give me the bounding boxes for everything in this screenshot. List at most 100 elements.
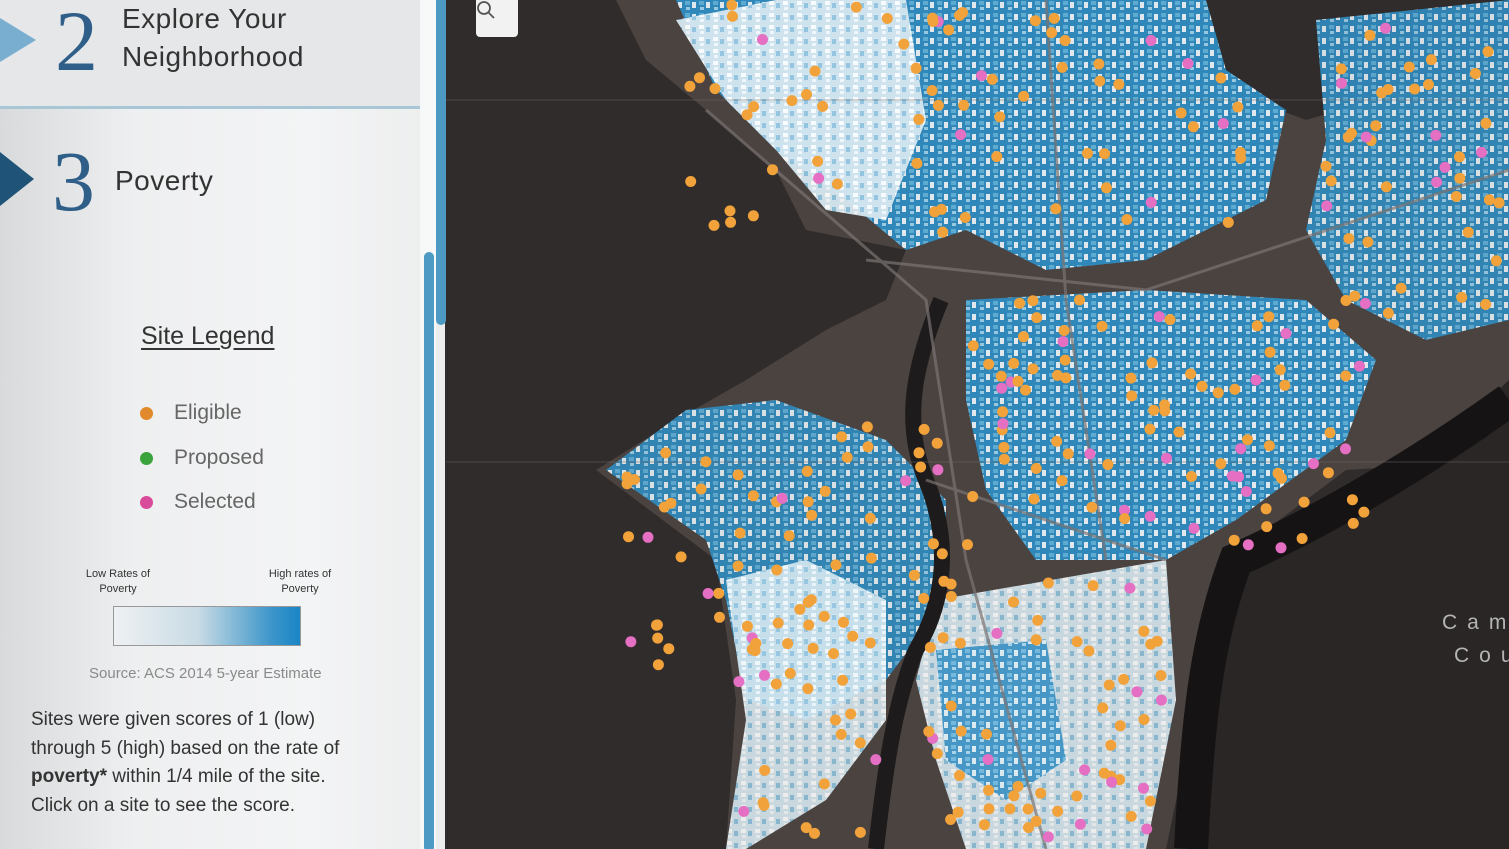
eligible-site-marker[interactable] <box>1102 459 1114 470</box>
eligible-site-marker[interactable] <box>1335 63 1347 75</box>
eligible-site-marker[interactable] <box>1229 383 1241 395</box>
eligible-site-marker[interactable] <box>1048 12 1060 24</box>
eligible-site-marker[interactable] <box>1099 148 1110 160</box>
eligible-site-marker[interactable] <box>747 210 759 222</box>
selected-site-marker[interactable] <box>642 531 654 543</box>
eligible-site-marker[interactable] <box>1018 90 1030 102</box>
eligible-site-marker[interactable] <box>803 619 815 631</box>
eligible-site-marker[interactable] <box>800 822 812 834</box>
eligible-site-marker[interactable] <box>830 559 842 571</box>
eligible-site-marker[interactable] <box>1012 375 1024 387</box>
eligible-site-marker[interactable] <box>1493 197 1505 209</box>
selected-site-marker[interactable] <box>1250 374 1262 386</box>
eligible-site-marker[interactable] <box>837 674 849 686</box>
step-3-title[interactable]: Poverty <box>115 162 213 200</box>
eligible-site-marker[interactable] <box>838 616 849 628</box>
eligible-site-marker[interactable] <box>809 65 821 77</box>
eligible-site-marker[interactable] <box>924 641 936 653</box>
eligible-site-marker[interactable] <box>1098 767 1110 779</box>
selected-site-marker[interactable] <box>1308 458 1319 470</box>
selected-site-marker[interactable] <box>996 382 1008 394</box>
eligible-site-marker[interactable] <box>1480 298 1492 310</box>
eligible-site-marker[interactable] <box>713 587 725 599</box>
selected-site-marker[interactable] <box>1380 22 1391 34</box>
eligible-site-marker[interactable] <box>962 539 973 551</box>
eligible-site-marker[interactable] <box>1175 107 1187 119</box>
eligible-site-marker[interactable] <box>959 212 971 223</box>
eligible-site-marker[interactable] <box>1035 787 1047 799</box>
eligible-site-marker[interactable] <box>1059 35 1071 46</box>
eligible-site-marker[interactable] <box>1125 810 1137 822</box>
eligible-site-marker[interactable] <box>1403 61 1415 73</box>
eligible-site-marker[interactable] <box>1347 517 1359 529</box>
eligible-site-marker[interactable] <box>1173 426 1185 438</box>
eligible-site-marker[interactable] <box>967 340 979 352</box>
eligible-site-marker[interactable] <box>665 497 677 509</box>
eligible-site-marker[interactable] <box>1008 596 1019 608</box>
selected-site-marker[interactable] <box>1138 782 1149 794</box>
eligible-site-marker[interactable] <box>1020 384 1031 396</box>
eligible-site-marker[interactable] <box>1145 638 1157 650</box>
selected-site-marker[interactable] <box>991 627 1003 639</box>
eligible-site-marker[interactable] <box>1328 318 1340 330</box>
eligible-site-marker[interactable] <box>1187 121 1199 133</box>
eligible-site-marker[interactable] <box>786 95 798 107</box>
eligible-site-marker[interactable] <box>861 421 873 433</box>
eligible-site-marker[interactable] <box>1082 147 1093 159</box>
eligible-site-marker[interactable] <box>1146 357 1158 369</box>
eligible-site-marker[interactable] <box>1186 471 1197 482</box>
eligible-site-marker[interactable] <box>714 611 725 623</box>
eligible-site-marker[interactable] <box>1071 790 1083 802</box>
selected-site-marker[interactable] <box>1354 360 1365 372</box>
eligible-site-marker[interactable] <box>1212 387 1224 399</box>
eligible-site-marker[interactable] <box>767 164 778 176</box>
eligible-site-marker[interactable] <box>759 764 771 776</box>
eligible-site-marker[interactable] <box>770 678 782 690</box>
eligible-site-marker[interactable] <box>864 512 876 524</box>
eligible-site-marker[interactable] <box>1454 151 1465 163</box>
eligible-site-marker[interactable] <box>1059 354 1071 366</box>
eligible-site-marker[interactable] <box>708 219 720 231</box>
eligible-site-marker[interactable] <box>724 205 736 217</box>
eligible-site-marker[interactable] <box>1279 379 1291 391</box>
selected-site-marker[interactable] <box>759 669 770 681</box>
eligible-site-marker[interactable] <box>1274 364 1286 376</box>
eligible-site-marker[interactable] <box>1031 312 1043 324</box>
eligible-site-marker[interactable] <box>782 638 794 650</box>
eligible-site-marker[interactable] <box>1083 645 1095 657</box>
eligible-site-marker[interactable] <box>1119 513 1131 525</box>
eligible-site-marker[interactable] <box>772 617 784 629</box>
selected-site-marker[interactable] <box>1240 486 1252 497</box>
eligible-site-marker[interactable] <box>1340 370 1352 382</box>
eligible-site-marker[interactable] <box>983 803 995 815</box>
eligible-site-marker[interactable] <box>937 632 949 644</box>
selected-site-marker[interactable] <box>1141 823 1153 835</box>
eligible-site-marker[interactable] <box>1320 160 1332 172</box>
eligible-site-marker[interactable] <box>986 73 998 85</box>
eligible-site-marker[interactable] <box>1056 475 1068 487</box>
eligible-site-marker[interactable] <box>1028 493 1040 505</box>
eligible-site-marker[interactable] <box>1215 458 1227 470</box>
eligible-site-marker[interactable] <box>983 784 995 796</box>
eligible-site-marker[interactable] <box>694 72 705 84</box>
eligible-site-marker[interactable] <box>908 569 920 581</box>
eligible-site-marker[interactable] <box>1126 390 1138 402</box>
eligible-site-marker[interactable] <box>881 13 893 24</box>
selected-site-marker[interactable] <box>776 492 788 504</box>
eligible-site-marker[interactable] <box>847 630 859 642</box>
eligible-site-marker[interactable] <box>1425 54 1437 66</box>
eligible-site-marker[interactable] <box>1480 117 1492 129</box>
eligible-site-marker[interactable] <box>831 178 843 190</box>
eligible-site-marker[interactable] <box>1058 325 1070 336</box>
eligible-site-marker[interactable] <box>1030 463 1042 474</box>
eligible-site-marker[interactable] <box>1215 72 1227 84</box>
eligible-site-marker[interactable] <box>1222 216 1234 228</box>
eligible-site-marker[interactable] <box>945 591 957 602</box>
eligible-site-marker[interactable] <box>741 620 753 632</box>
eligible-site-marker[interactable] <box>802 683 814 695</box>
selected-site-marker[interactable] <box>702 588 714 599</box>
selected-site-marker[interactable] <box>1145 196 1157 208</box>
eligible-site-marker[interactable] <box>660 447 672 459</box>
eligible-site-marker[interactable] <box>994 111 1006 123</box>
selected-site-marker[interactable] <box>1280 328 1292 339</box>
